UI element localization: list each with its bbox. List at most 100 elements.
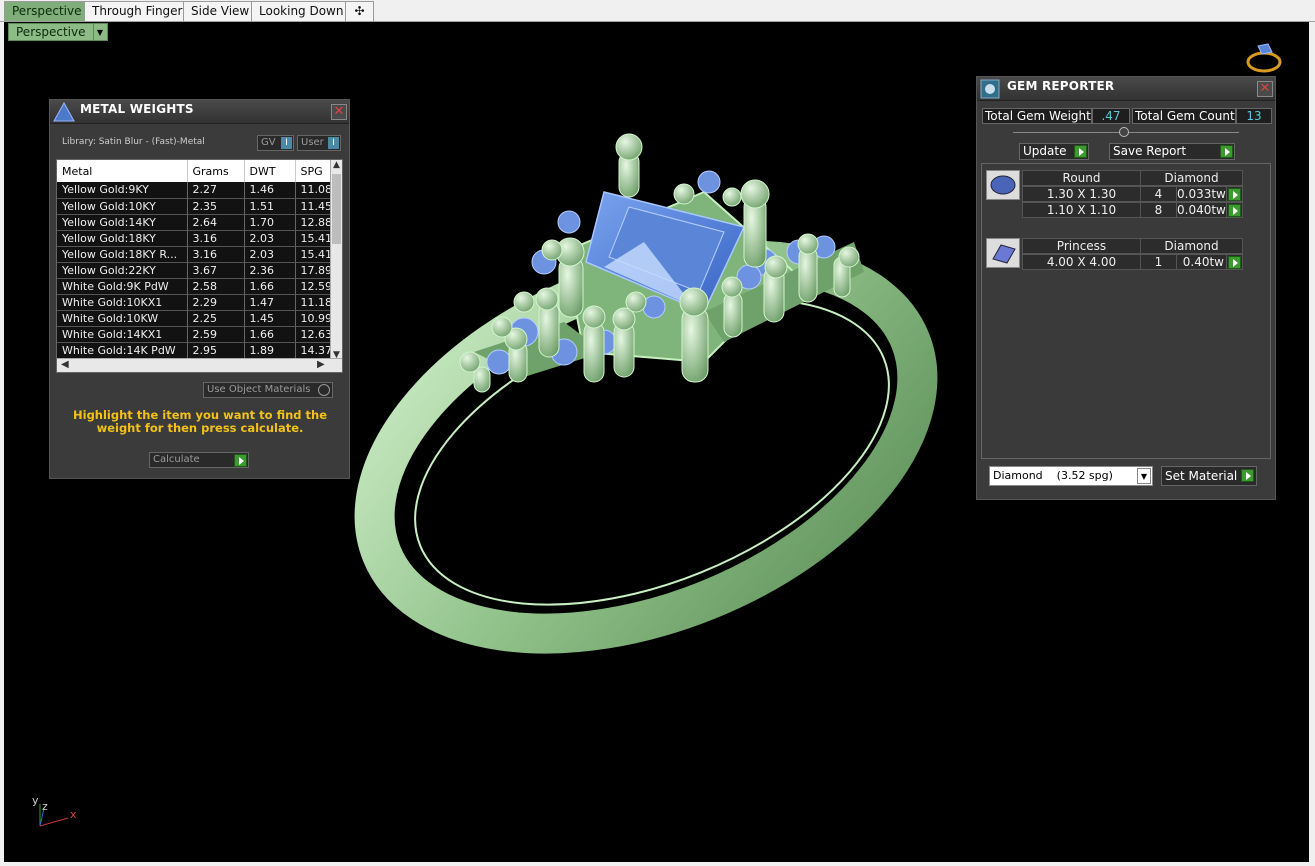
table-row[interactable]: White Gold:14K PdW 2.95 1.89 14.37 (57, 342, 338, 359)
table-cell: 1.70 (244, 214, 296, 231)
tab-through-finger[interactable]: Through Finger (84, 1, 191, 21)
table-cell: 2.03 (244, 230, 296, 247)
set-material-button[interactable]: Set Material (1161, 466, 1257, 486)
princess-gem-icon (986, 238, 1020, 268)
tab-perspective[interactable]: Perspective (4, 1, 90, 21)
table-row[interactable]: Yellow Gold:22KY 3.67 2.36 17.89 (57, 262, 338, 279)
material-select[interactable]: Diamond (3.52 spg) ▼ (989, 466, 1153, 486)
table-cell: 2.29 (187, 294, 245, 311)
chevron-down-icon[interactable]: ▼ (1137, 468, 1151, 484)
gem-size: 1.30 X 1.30 (1023, 187, 1141, 202)
axis-y-label: y (32, 794, 39, 807)
play-icon (1220, 145, 1233, 158)
table-cell: 2.59 (187, 326, 245, 343)
use-object-materials-field[interactable]: Use Object Materials (203, 382, 333, 398)
scroll-up-icon[interactable]: ▲ (333, 160, 340, 170)
metal-weights-titlebar[interactable]: METAL WEIGHTS ✕ (50, 100, 349, 124)
calculate-label: Calculate (153, 454, 200, 465)
gv-indicator-icon: I (281, 137, 292, 149)
table-cell: 2.95 (187, 342, 245, 359)
table-cell: 2.03 (244, 246, 296, 263)
metal-weights-panel: METAL WEIGHTS ✕ Library: Satin Blur - (F… (49, 99, 350, 479)
scroll-right-icon[interactable]: ▶ (317, 359, 325, 370)
round-gem-icon (986, 170, 1020, 200)
gem-row[interactable]: 1.30 X 1.30 4 0.033tw (1022, 186, 1243, 202)
update-label: Update (1023, 144, 1067, 158)
gem-row[interactable]: 4.00 X 4.00 1 0.40tw (1022, 254, 1243, 270)
table-cell: 1.45 (244, 310, 296, 327)
metal-column-header[interactable]: Metal (57, 160, 188, 182)
table-cell: 1.51 (244, 198, 296, 215)
scale-icon (53, 101, 75, 122)
table-row[interactable]: Yellow Gold:9KY 2.27 1.46 11.08 (57, 182, 338, 199)
vertical-scroll-thumb[interactable] (332, 174, 341, 244)
table-row[interactable]: Yellow Gold:14KY 2.64 1.70 12.88 (57, 214, 338, 231)
total-count-value: 13 (1236, 108, 1272, 124)
scroll-left-icon[interactable]: ◀ (61, 359, 69, 370)
view-tab-bar: Perspective Through Finger Side View Loo… (0, 0, 1315, 22)
radio-icon[interactable] (318, 384, 330, 396)
save-report-button[interactable]: Save Report (1109, 143, 1235, 160)
table-cell: 1.66 (244, 278, 296, 295)
table-cell: 2.58 (187, 278, 245, 295)
table-cell: 3.16 (187, 246, 245, 263)
table-row[interactable]: White Gold:9K PdW 2.58 1.66 12.59 (57, 278, 338, 295)
tab-side-view[interactable]: Side View (183, 1, 258, 21)
table-cell: 2.36 (244, 262, 296, 279)
table-cell: 3.16 (187, 230, 245, 247)
gem-weight: 0.040tw (1177, 203, 1227, 218)
calculate-button[interactable]: Calculate (149, 452, 249, 468)
metal-weights-title: METAL WEIGHTS (80, 102, 194, 116)
metal-column-header[interactable]: DWT (244, 160, 296, 182)
metal-table: Metal Grams DWT SPG Yellow Gold:9KY 2.27 1.46… (57, 160, 338, 359)
close-icon[interactable]: ✕ (1257, 81, 1273, 97)
gem-size: 1.10 X 1.10 (1023, 203, 1141, 218)
table-cell: 3.67 (187, 262, 245, 279)
table-row[interactable]: White Gold:14KX1 2.59 1.66 12.63 (57, 326, 338, 343)
ring-logo-icon (1246, 43, 1282, 73)
table-cell: White Gold:10KX1 (57, 294, 188, 311)
save-report-label: Save Report (1113, 144, 1187, 158)
gem-reporter-titlebar[interactable]: GEM REPORTER ✕ (977, 77, 1275, 101)
table-cell: White Gold:9K PdW (57, 278, 188, 295)
gem-group-header: Round Diamond (1022, 170, 1243, 186)
tab-looking-down[interactable]: Looking Down (251, 1, 352, 21)
totals-row: Total Gem Weight .47 Total Gem Count 13 (982, 108, 1272, 124)
total-weight-label: Total Gem Weight (982, 108, 1092, 124)
play-icon (1074, 145, 1087, 158)
gem-count: 1 (1141, 255, 1177, 270)
3d-viewport[interactable]: Perspective ▼ y z x METAL WEIGHTS ✕ Libr… (4, 22, 1309, 862)
gv-toggle[interactable]: GV I (257, 135, 294, 151)
gem-row[interactable]: 1.10 X 1.10 8 0.040tw (1022, 202, 1243, 218)
metal-table-container: Metal Grams DWT SPG Yellow Gold:9KY 2.27 1.46… (56, 159, 343, 373)
material-select-value: Diamond (3.52 spg) (993, 469, 1113, 482)
user-toggle[interactable]: User I (297, 135, 341, 151)
table-row[interactable]: White Gold:10KX1 2.29 1.47 11.18 (57, 294, 338, 311)
table-cell: 2.27 (187, 182, 245, 199)
table-cell: 2.25 (187, 310, 245, 327)
gem-shape: Princess (1023, 239, 1141, 254)
table-row[interactable]: Yellow Gold:10KY 2.35 1.51 11.45 (57, 198, 338, 215)
table-cell: 1.89 (244, 342, 296, 359)
total-count-label: Total Gem Count (1132, 108, 1236, 124)
table-row[interactable]: Yellow Gold:18KY 3.16 2.03 15.41 (57, 230, 338, 247)
gem-reporter-panel: GEM REPORTER ✕ Total Gem Weight .47 Tota… (976, 76, 1276, 500)
vertical-scrollbar[interactable]: ▲ ▼ (330, 160, 342, 360)
gem-count: 4 (1141, 187, 1177, 202)
horizontal-scrollbar[interactable]: ◀ ▶ (57, 358, 342, 372)
play-icon[interactable] (1228, 256, 1241, 269)
total-weight-value: .47 (1092, 108, 1130, 124)
gem-shape: Round (1023, 171, 1141, 186)
play-icon[interactable] (1228, 204, 1241, 217)
table-cell: Yellow Gold:9KY (57, 182, 188, 199)
metal-column-header[interactable]: Grams (187, 160, 245, 182)
add-tab-icon[interactable]: ✣ (345, 1, 374, 21)
table-cell: Yellow Gold:14KY (57, 214, 188, 231)
gem-weight: 0.033tw (1177, 187, 1227, 202)
table-row[interactable]: White Gold:10KW 2.25 1.45 10.99 (57, 310, 338, 327)
close-icon[interactable]: ✕ (331, 104, 347, 120)
update-button[interactable]: Update (1019, 143, 1089, 160)
table-row[interactable]: Yellow Gold:18KY R... 3.16 2.03 15.41 (57, 246, 338, 263)
play-icon[interactable] (1228, 188, 1241, 201)
slider-thumb[interactable] (1119, 127, 1129, 137)
